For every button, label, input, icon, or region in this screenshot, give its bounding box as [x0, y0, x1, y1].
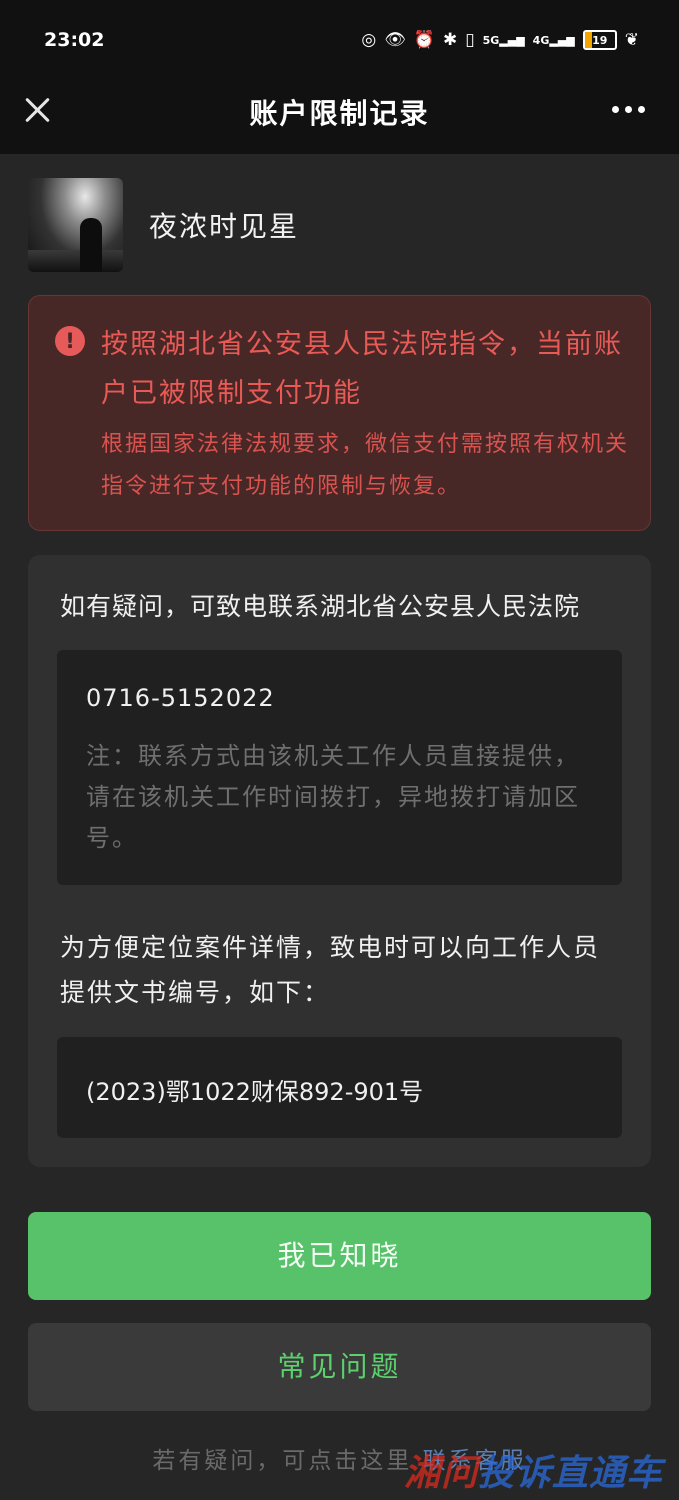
battery-icon: 19	[582, 30, 617, 50]
more-dot-icon	[625, 106, 632, 113]
leaf-icon: ❦	[624, 30, 639, 50]
status-time: 23:02	[44, 29, 105, 51]
footer-text: 若有疑问，可点击这里	[152, 1448, 413, 1474]
contact-prompt: 如有疑问，可致电联系湖北省公安县人民法院	[60, 592, 581, 621]
avatar	[28, 178, 123, 272]
top-navigation-bar: 账户限制记录	[0, 80, 679, 154]
document-number-box: (2023)鄂1022财保892-901号	[57, 1037, 622, 1138]
user-row: 夜浓时见星	[28, 178, 299, 272]
status-bar: 23:02 ◎ 👁 ⏰ ✱ ▯ 5G▂▄▆ 4G▂▄▆ 19 ❦	[0, 0, 679, 80]
faq-button[interactable]: 常见问题	[28, 1323, 651, 1411]
username: 夜浓时见星	[149, 210, 300, 243]
watermark-logo: 湘问投诉直通车	[404, 1444, 663, 1496]
signal-5g-icon: 5G▂▄▆	[482, 33, 525, 47]
battery-level: 19	[592, 33, 608, 47]
more-dot-icon	[612, 106, 619, 113]
contact-info-card: 如有疑问，可致电联系湖北省公安县人民法院 0716-5152022 注：联系方式…	[28, 555, 651, 1167]
signal-4g-label: 4G	[532, 33, 550, 47]
acknowledge-button[interactable]: 我已知晓	[28, 1212, 651, 1300]
phone-number[interactable]: 0716-5152022	[86, 684, 275, 712]
document-number: (2023)鄂1022财保892-901号	[86, 1078, 424, 1106]
more-dot-icon	[638, 106, 645, 113]
warning-icon: !	[55, 326, 85, 356]
alert-body: 根据国家法律法规要求，微信支付需按照有权机关指令进行支付功能的限制与恢复。	[101, 432, 630, 499]
phone-box: 0716-5152022 注：联系方式由该机关工作人员直接提供，请在该机关工作时…	[57, 650, 622, 885]
alarm-icon: ⏰	[413, 30, 435, 50]
document-prompt: 为方便定位案件详情，致电时可以向工作人员提供文书编号，如下：	[60, 933, 601, 1007]
more-options-button[interactable]	[612, 106, 645, 113]
alert-title: 按照湖北省公安县人民法院指令，当前账户已被限制支付功能	[101, 329, 623, 409]
signal-4g-icon: 4G▂▄▆	[532, 33, 575, 47]
eye-icon: 👁	[384, 30, 406, 50]
watermark-part2: 投诉直通车	[477, 1453, 663, 1494]
bluetooth-icon: ✱	[442, 30, 458, 50]
vibrate-icon: ▯	[465, 30, 475, 50]
page-title: 账户限制记录	[249, 97, 430, 130]
watermark-part1: 湘问	[403, 1453, 478, 1494]
phone-note: 注：联系方式由该机关工作人员直接提供，请在该机关工作时间拨打，异地拨打请加区号。	[86, 742, 580, 852]
nfc-icon: ◎	[361, 30, 377, 50]
signal-5g-label: 5G	[482, 33, 500, 47]
restriction-alert-card: ! 按照湖北省公安县人民法院指令，当前账户已被限制支付功能 根据国家法律法规要求…	[28, 295, 651, 531]
status-icons: ◎ 👁 ⏰ ✱ ▯ 5G▂▄▆ 4G▂▄▆ 19 ❦	[361, 30, 639, 50]
